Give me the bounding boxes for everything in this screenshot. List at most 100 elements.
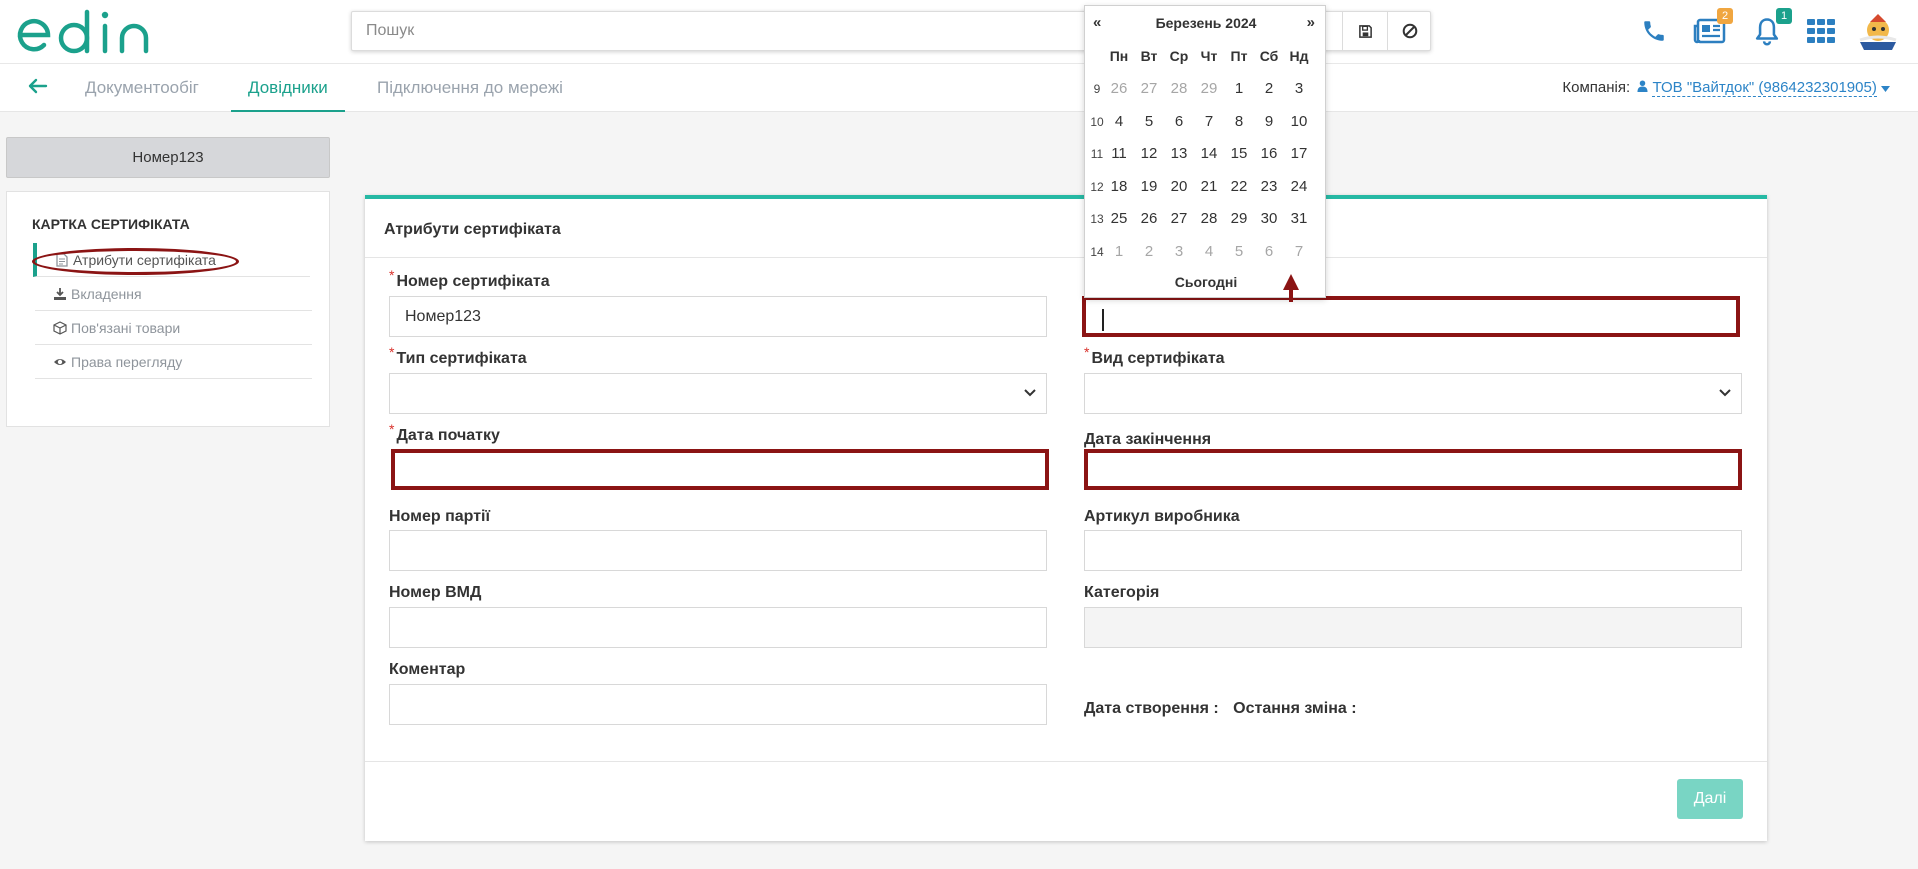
highlighted-date-input[interactable] [1082, 296, 1740, 337]
back-arrow-icon[interactable] [24, 72, 52, 100]
edin-logo[interactable] [14, 8, 160, 56]
company-name[interactable]: ТОВ "Вайтдок" (9864232301905) [1652, 79, 1877, 97]
menu-item-label: Вкладення [71, 286, 142, 302]
calendar-day[interactable]: 14 [1194, 145, 1224, 162]
apps-grid-icon [1807, 19, 1835, 43]
menu-item-attachments[interactable]: Вкладення [35, 277, 312, 311]
calendar-day[interactable]: 11 [1104, 145, 1134, 162]
calendar-day[interactable]: 23 [1254, 178, 1284, 195]
menu-item-related-goods[interactable]: Пов'язані товари [35, 311, 312, 345]
menu-item-view-rights[interactable]: Права перегляду [35, 345, 312, 379]
news-button[interactable]: 2 [1693, 8, 1733, 48]
calendar-day[interactable]: 29 [1194, 80, 1224, 97]
calendar-day[interactable]: 9 [1254, 113, 1284, 130]
start-date-input[interactable] [391, 449, 1049, 490]
comment-label: Коментар [389, 661, 466, 678]
card-section-title: КАРТКА СЕРТИФІКАТА [32, 216, 190, 232]
end-date-input[interactable] [1084, 449, 1742, 490]
clear-search-button[interactable] [1387, 12, 1432, 50]
calendar-day[interactable]: 6 [1164, 113, 1194, 130]
calendar-day[interactable]: 15 [1224, 145, 1254, 162]
calendar-day[interactable]: 13 [1164, 145, 1194, 162]
calendar-day[interactable]: 5 [1224, 243, 1254, 260]
calendar-day[interactable]: 28 [1194, 210, 1224, 227]
start-date-label: * Дата початку [389, 421, 500, 444]
calendar-day[interactable]: 12 [1134, 145, 1164, 162]
clear-icon [1402, 23, 1418, 39]
calendar-day[interactable]: 31 [1284, 210, 1314, 227]
calendar-day[interactable]: 25 [1104, 210, 1134, 227]
required-mark: * [1084, 344, 1090, 360]
calendar-day[interactable]: 6 [1254, 243, 1284, 260]
calendar-day[interactable]: 21 [1194, 178, 1224, 195]
calendar-day[interactable]: 8 [1224, 113, 1254, 130]
apps-button[interactable] [1804, 14, 1838, 48]
calendar-day[interactable]: 18 [1104, 178, 1134, 195]
weekday-header: Ср [1169, 48, 1189, 64]
created-label: Дата створення : [1084, 700, 1219, 717]
calendar-day[interactable]: 2 [1254, 80, 1284, 97]
save-icon [1358, 24, 1372, 38]
next-button[interactable]: Далі [1677, 779, 1743, 819]
calendar-day[interactable]: 10 [1284, 113, 1314, 130]
weekday-header: Вт [1140, 48, 1158, 64]
calendar-day[interactable]: 17 [1284, 145, 1314, 162]
notifications-button[interactable]: 1 [1750, 8, 1792, 48]
calendar-day[interactable]: 19 [1134, 178, 1164, 195]
weekday-header: Чт [1200, 48, 1218, 64]
calendar-day[interactable]: 2 [1134, 243, 1164, 260]
calendar-day[interactable]: 22 [1224, 178, 1254, 195]
date-picker: « Березень 2024 » Сьогодні Пн Вт Ср Чт Пт Сб Н… [1084, 5, 1326, 298]
certificate-attributes-card: Атрибути сертифіката * Номер сертифіката … [365, 195, 1767, 841]
next-month-button[interactable]: » [1307, 14, 1315, 31]
phone-button[interactable] [1637, 14, 1671, 48]
calendar-day[interactable]: 5 [1134, 113, 1164, 130]
chevron-down-icon [1719, 389, 1731, 397]
comment-input[interactable] [389, 684, 1047, 725]
calendar-day[interactable]: 1 [1224, 80, 1254, 97]
category-label: Категорія [1084, 584, 1160, 601]
required-mark: * [389, 344, 395, 360]
modified-label: Остання зміна : [1233, 700, 1357, 717]
calendar-day[interactable]: 1 [1104, 243, 1134, 260]
weekday-header: Нд [1289, 48, 1309, 64]
tab-documents[interactable]: Документообіг [68, 64, 216, 112]
calendar-day[interactable]: 4 [1194, 243, 1224, 260]
calendar-day[interactable]: 7 [1194, 113, 1224, 130]
tab-directories[interactable]: Довідники [231, 64, 345, 112]
user-avatar[interactable] [1856, 12, 1900, 52]
calendar-day[interactable]: 30 [1254, 210, 1284, 227]
calendar-day[interactable]: 29 [1224, 210, 1254, 227]
calendar-day[interactable]: 26 [1104, 80, 1134, 97]
top-header: 2 1 [0, 0, 1918, 64]
calendar-day[interactable]: 3 [1284, 80, 1314, 97]
calendar-day[interactable]: 27 [1164, 210, 1194, 227]
calendar-day[interactable]: 27 [1134, 80, 1164, 97]
header-divider [365, 257, 1767, 258]
calendar-day[interactable]: 24 [1284, 178, 1314, 195]
certificate-card-menu: КАРТКА СЕРТИФІКАТА Атрибути сертифіката … [6, 191, 330, 427]
tab-network-connection[interactable]: Підключення до мережі [360, 64, 580, 112]
category-input [1084, 607, 1742, 648]
save-search-button[interactable] [1342, 12, 1387, 50]
news-badge: 2 [1717, 8, 1733, 24]
calendar-day[interactable]: 4 [1104, 113, 1134, 130]
manufacturer-sku-input[interactable] [1084, 530, 1742, 571]
batch-number-input[interactable] [389, 530, 1047, 571]
vmd-number-input[interactable] [389, 607, 1047, 648]
menu-item-label: Пов'язані товари [71, 320, 181, 336]
calendar-day[interactable]: 20 [1164, 178, 1194, 195]
cert-kind-select[interactable] [1084, 373, 1742, 414]
pointer-arrow [1283, 274, 1299, 302]
company-selector[interactable]: Компанія: ТОВ "Вайтдок" (9864232301905) [1562, 79, 1890, 97]
calendar-day[interactable]: 3 [1164, 243, 1194, 260]
cert-type-select[interactable] [389, 373, 1047, 414]
calendar-day[interactable]: 26 [1134, 210, 1164, 227]
calendar-day[interactable]: 28 [1164, 80, 1194, 97]
box-icon [53, 321, 67, 335]
chevron-down-icon [1024, 389, 1036, 397]
month-title[interactable]: Березень 2024 [1085, 15, 1327, 31]
calendar-day[interactable]: 7 [1284, 243, 1314, 260]
calendar-day[interactable]: 16 [1254, 145, 1284, 162]
cert-number-input[interactable]: Номер123 [389, 296, 1047, 337]
